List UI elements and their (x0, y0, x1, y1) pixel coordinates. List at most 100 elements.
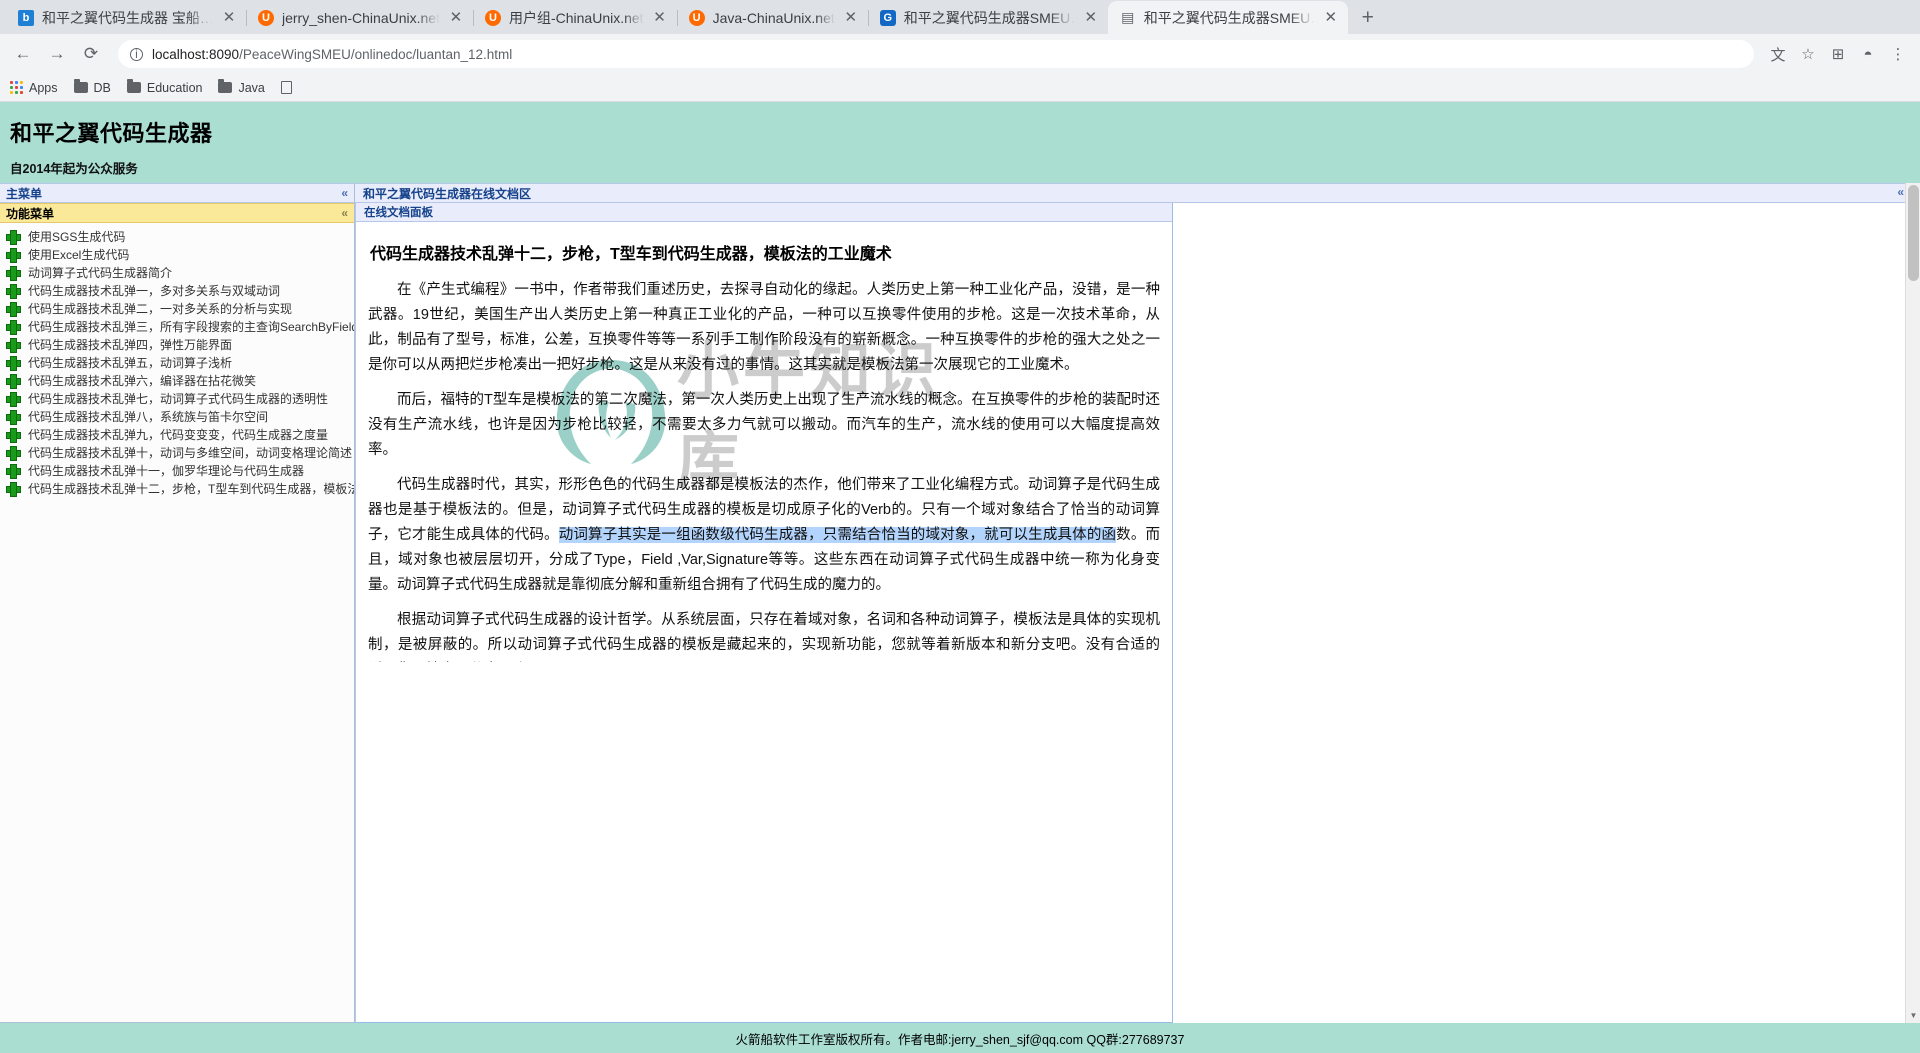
folder-icon (126, 79, 141, 93)
bookmarks-bar: Apps DB Education Java (0, 74, 1920, 102)
close-icon[interactable]: ✕ (843, 10, 859, 26)
sidebar-item-label: 使用Excel生成代码 (28, 247, 130, 262)
browser-tab-1[interactable]: b 和平之翼代码生成器 宝船… ✕ (6, 1, 246, 34)
tab-divider (867, 10, 869, 26)
green-plus-icon (6, 445, 21, 461)
green-plus-icon (6, 247, 21, 263)
profile-avatar[interactable]: ◓ (1854, 40, 1882, 68)
browser-tab-6-active[interactable]: ▤ 和平之翼代码生成器SMEU… ✕ (1107, 1, 1348, 34)
back-button[interactable]: ← (8, 39, 38, 69)
bookmark-apps[interactable]: Apps (10, 81, 58, 95)
main-body: 在线文档面板 代码生成器技术乱弹十二，步枪，T型车到代码生成器，模板法的工业魔术… (355, 203, 1920, 1023)
sidebar-item-sgs[interactable]: 使用SGS生成代码 (0, 227, 354, 245)
forward-button[interactable]: → (42, 39, 72, 69)
chevron-collapse-icon[interactable]: « (341, 186, 348, 200)
close-icon[interactable]: ✕ (1083, 10, 1099, 26)
address-bar[interactable]: i localhost:8090/PeaceWingSMEU/onlinedoc… (118, 40, 1754, 68)
chinaunix-icon: U (484, 9, 501, 26)
sidebar-function-menu-header[interactable]: 功能菜单 « (0, 203, 354, 223)
tab-title: 和平之翼代码生成器SMEU… (903, 9, 1075, 26)
sidebar-item-luantan-8[interactable]: 代码生成器技术乱弹八，系统族与笛卡尔空间 (0, 407, 354, 425)
sidebar-item-luantan-6[interactable]: 代码生成器技术乱弹六，编译器在拈花微笑 (0, 371, 354, 389)
sidebar-item-excel[interactable]: 使用Excel生成代码 (0, 245, 354, 263)
green-plus-icon (6, 301, 21, 317)
sidebar-item-luantan-2[interactable]: 代码生成器技术乱弹二，一对多关系的分析与实现 (0, 299, 354, 317)
sidebar-item-luantan-11[interactable]: 代码生成器技术乱弹十一，伽罗华理论与代码生成器 (0, 461, 354, 479)
sidebar-item-luantan-5[interactable]: 代码生成器技术乱弹五，动词算子浅析 (0, 353, 354, 371)
sidebar-item-label: 代码生成器技术乱弹六，编译器在拈花微笑 (28, 373, 257, 388)
sidebar-item-luantan-12[interactable]: 代码生成器技术乱弹十二，步枪，T型车到代码生成器，模板法的工业魔术 (0, 479, 354, 497)
browser-toolbar: ← → ⟳ i localhost:8090/PeaceWingSMEU/onl… (0, 34, 1920, 74)
browser-tab-4[interactable]: U Java-ChinaUnix.net ✕ (676, 1, 868, 34)
bookmark-label: Apps (29, 80, 58, 95)
sidebar-item-label: 代码生成器技术乱弹七，动词算子式代码生成器的透明性 (28, 391, 329, 406)
site-header: 和平之翼代码生成器 自2014年起为公众服务 (0, 102, 1920, 183)
sidebar-item-label: 代码生成器技术乱弹一，多对多关系与双域动词 (28, 283, 281, 298)
close-icon[interactable]: ✕ (448, 10, 464, 26)
doc-content: 代码生成器技术乱弹十二，步枪，T型车到代码生成器，模板法的工业魔术 在《产生式编… (356, 222, 1172, 662)
sidebar-item-intro[interactable]: 动词算子式代码生成器简介 (0, 263, 354, 281)
chevron-collapse-right-icon[interactable]: « (1897, 185, 1904, 199)
chinaunix-icon: U (688, 9, 705, 26)
browser-menu-icon[interactable]: ⋮ (1884, 40, 1912, 68)
sidebar-item-luantan-3[interactable]: 代码生成器技术乱弹三，所有字段搜索的主查询SearchByFieldsByPag… (0, 317, 354, 335)
bookmark-page[interactable] (280, 81, 298, 94)
sidebar-item-luantan-1[interactable]: 代码生成器技术乱弹一，多对多关系与双域动词 (0, 281, 354, 299)
footer-text: 火箭船软件工作室版权所有。作者电邮:jerry_shen_sjf@qq.com … (735, 1032, 1185, 1047)
tab-title: Java-ChinaUnix.net (712, 9, 835, 26)
bookmark-java[interactable]: Java (218, 79, 265, 95)
main-region-header: 和平之翼代码生成器在线文档区 « (355, 183, 1920, 203)
sidebar-item-label: 动词算子式代码生成器简介 (28, 265, 173, 280)
doc-title: 代码生成器技术乱弹十二，步枪，T型车到代码生成器，模板法的工业魔术 (370, 246, 892, 263)
page-scrollbar[interactable]: ▲ ▼ (1905, 183, 1920, 1023)
page-viewport: 和平之翼代码生成器 自2014年起为公众服务 主菜单 « 功能菜单 « 使用SG… (0, 102, 1920, 1053)
bookmark-db[interactable]: DB (73, 79, 111, 95)
browser-tab-5[interactable]: G 和平之翼代码生成器SMEU… ✕ (867, 1, 1108, 34)
browser-window: b 和平之翼代码生成器 宝船… ✕ U jerry_shen-ChinaUnix… (0, 0, 1920, 1053)
translate-icon[interactable]: 文 (1764, 40, 1792, 68)
reload-button[interactable]: ⟳ (76, 39, 106, 69)
doc-paragraph-2: 而后，福特的T型车是模板法的第二次魔法，第一次人类历史上出现了生产流水线的概念。… (368, 392, 1160, 458)
sidebar-item-luantan-9[interactable]: 代码生成器技术乱弹九，代码变变变，代码生成器之度量 (0, 425, 354, 443)
sidebar-item-label: 代码生成器技术乱弹五，动词算子浅析 (28, 355, 233, 370)
sidebar-item-label: 代码生成器技术乱弹八，系统族与笛卡尔空间 (28, 409, 269, 424)
tab-title: jerry_shen-ChinaUnix.net (282, 9, 440, 26)
bookmark-star-icon[interactable]: ☆ (1794, 40, 1822, 68)
green-plus-icon (6, 337, 21, 353)
extensions-icon[interactable]: ⊞ (1824, 40, 1852, 68)
browser-tab-2[interactable]: U jerry_shen-ChinaUnix.net ✕ (246, 1, 473, 34)
page-icon (280, 81, 292, 94)
site-info-icon[interactable]: i (130, 47, 143, 61)
close-icon[interactable]: ✕ (1323, 10, 1339, 26)
sidebar-item-luantan-10[interactable]: 代码生成器技术乱弹十，动词与多维空间，动词变格理论简述 (0, 443, 354, 461)
browser-tab-3[interactable]: U 用户组-ChinaUnix.net ✕ (472, 1, 677, 34)
green-plus-icon (6, 373, 21, 389)
close-icon[interactable]: ✕ (221, 10, 237, 26)
sidebar-main-menu-header[interactable]: 主菜单 « (0, 183, 354, 203)
sidebar-item-label: 代码生成器技术乱弹九，代码变变变，代码生成器之度量 (28, 427, 329, 442)
green-plus-icon (6, 391, 21, 407)
scrollbar-thumb[interactable] (1908, 185, 1919, 281)
new-tab-button[interactable]: + (1354, 4, 1382, 32)
chinaunix-icon: U (258, 9, 274, 26)
close-icon[interactable]: ✕ (652, 10, 668, 26)
doc-paragraph-3: 代码生成器时代，其实，形形色色的代码生成器都是模板法的杰作，他们带来了工业化编程… (368, 477, 1161, 593)
sidebar-item-luantan-4[interactable]: 代码生成器技术乱弹四，弹性万能界面 (0, 335, 354, 353)
smeu-icon: G (879, 9, 896, 26)
sidebar-item-luantan-7[interactable]: 代码生成器技术乱弹七，动词算子式代码生成器的透明性 (0, 389, 354, 407)
bookmark-label: Java (238, 80, 265, 95)
document-icon: ▤ (1121, 9, 1135, 25)
green-plus-icon (6, 481, 21, 497)
green-plus-icon (6, 355, 21, 371)
bookmark-label: Education (146, 80, 203, 95)
chevron-expand-icon[interactable]: « (341, 206, 348, 220)
scroll-down-arrow[interactable]: ▼ (1906, 1008, 1920, 1023)
tab-divider (472, 10, 474, 26)
tab-title: 用户组-ChinaUnix.net (508, 9, 644, 26)
bookmark-label: DB (93, 80, 111, 95)
sidebar-function-menu-label: 功能菜单 (6, 206, 55, 221)
text-selection-highlight: 动词算子其实是一组函数级代码生成器，只需结合恰当的域对象，就可以生成具体的函 (558, 527, 1117, 543)
folder-icon (73, 79, 88, 93)
url-text: localhost:8090/PeaceWingSMEU/onlinedoc/l… (152, 47, 512, 62)
bookmark-education[interactable]: Education (126, 79, 203, 95)
